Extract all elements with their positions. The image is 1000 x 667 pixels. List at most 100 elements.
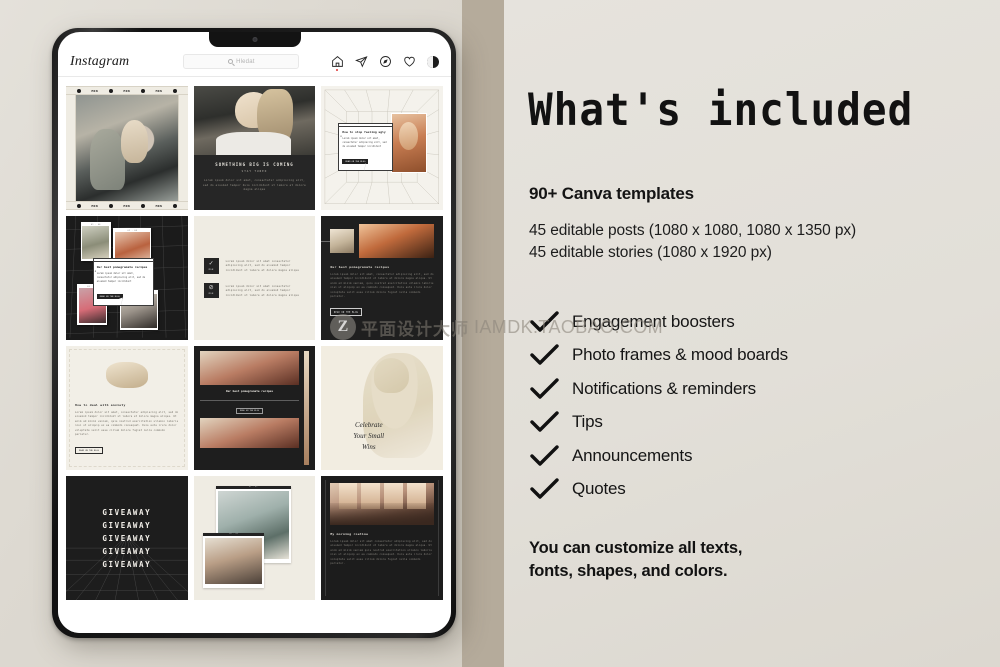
giveaway-line: GIVEAWAY [102, 520, 152, 530]
checklist-label: Quotes [572, 479, 626, 499]
tile-label: MDN [208, 268, 214, 271]
post-title: Our best pomegranate recipes [225, 389, 274, 393]
notification-text: Lorem ipsum dolor sit amet consectetur a… [225, 284, 299, 297]
post-celebrate[interactable]: Celebrate Your Small Wins [321, 346, 443, 470]
check-icon [530, 344, 572, 366]
notification-row: ⊘ MDN Lorem ipsum dolor sit amet consect… [203, 282, 306, 299]
feature-checklist: Engagement boosters Photo frames & mood … [530, 305, 788, 506]
mood-photo: 01 . 04 [80, 222, 111, 261]
checklist-label: Notifications & reminders [572, 378, 756, 398]
post-anxiety[interactable]: How to deal with anxiety Lorem ipsum dol… [66, 346, 188, 470]
template-size-line: 45 editable stories (1080 x 1920 px) [529, 244, 772, 262]
post-photo [390, 113, 428, 173]
checklist-label: Tips [572, 412, 603, 432]
post-photo [199, 418, 300, 449]
search-icon [228, 59, 234, 64]
checklist-item-quotes: Quotes [530, 473, 788, 507]
check-icon [530, 445, 572, 467]
post-cta-button[interactable]: READ ON THE BLOG [75, 447, 104, 454]
post-mood-board[interactable]: 01 . 04 02 . 04 03 . 04 04 . 04 o Our be… [66, 216, 188, 340]
heart-icon[interactable] [403, 55, 416, 68]
post-morning-routine[interactable]: My morning routine Lorem ipsum dolor sit… [321, 476, 443, 600]
post-quote: Celebrate Your Small Wins [332, 420, 405, 453]
post-body: Lorem ipsum dolor sit amet, consectetur … [75, 411, 179, 437]
post-photo [330, 229, 355, 253]
post-cta-button[interactable]: READ ON THE BLOG [330, 308, 362, 316]
post-photo [359, 224, 434, 258]
dark-perspective-grid: 01 . 04 02 . 04 03 . 04 04 . 04 o Our be… [66, 216, 188, 340]
home-icon[interactable] [331, 55, 344, 71]
post-photo [75, 95, 179, 201]
instagram-logo[interactable]: Instagram [70, 54, 129, 70]
post-title: SOMETHING BIG IS COMING [215, 162, 294, 168]
profile-avatar[interactable] [427, 55, 439, 68]
post-title: How to deal with anxiety [75, 403, 126, 407]
post-photo [330, 483, 434, 525]
quote-line: Your Small [353, 431, 385, 440]
perspective-room-graphic: o How to stop feeling ugly Lorem ipsum d… [321, 86, 443, 210]
search-input[interactable]: Hledat [183, 54, 300, 69]
template-size-line: 45 editable posts (1080 x 1080, 1080 x 1… [529, 222, 857, 239]
post-body: Lorem ipsum dolor sit amet, consectetur … [330, 273, 434, 299]
popup-title: How to stop feeling ugly [342, 130, 386, 135]
post-pomegranate-dark[interactable]: Our best pomegranate recipes Lorem ipsum… [321, 216, 443, 340]
giveaway-line: GIVEAWAY [102, 507, 152, 517]
photo-label: 02 . 02 [229, 534, 239, 536]
sprocket-icon [108, 88, 113, 93]
instagram-nav [331, 55, 439, 71]
quote-line: Wins [361, 442, 376, 451]
customize-note-line: fonts, shapes, and colors. [529, 562, 728, 581]
checklist-label: Engagement boosters [572, 311, 735, 331]
giveaway-line: GIVEAWAY [102, 559, 152, 569]
divider [199, 400, 300, 401]
ban-icon: ⊘ [208, 285, 214, 292]
film-label: MDN [123, 203, 131, 208]
post-body: Lorem ipsum dolor sit amet consectetur a… [330, 540, 432, 566]
sprocket-icon [76, 203, 81, 208]
page-title: What's included [528, 84, 914, 136]
post-photos [321, 224, 434, 258]
templates-count: 90+ Canva templates [529, 184, 694, 203]
send-icon[interactable] [355, 55, 368, 68]
checklist-item-notifications: Notifications & reminders [530, 372, 788, 406]
sprocket-icon [140, 203, 145, 208]
check-icon [530, 378, 572, 400]
post-notification-list[interactable]: ✓ MDN Lorem ipsum dolor sit amet consect… [193, 216, 316, 340]
film-strip-top: MDN MDN MDN [66, 86, 188, 95]
post-cta-button[interactable]: READ ON THE BLOG [235, 407, 264, 415]
sprocket-icon [172, 88, 177, 93]
story-column: Our best pomegranate recipes READ ON THE… [199, 351, 300, 465]
check-icon [530, 478, 572, 500]
sprocket-icon [172, 203, 177, 208]
instagram-post-grid: MDN MDN MDN MDN MDN MDN SOMETHING BIG IS… [58, 78, 451, 633]
info-panel: What's included 90+ Canva templates 45 e… [528, 0, 998, 667]
post-title: Our best pomegranate recipes [330, 265, 390, 269]
popup-title: Our best pomegranate recipes [96, 265, 148, 270]
film-label: MDN [155, 203, 163, 208]
film-label: MDN [91, 203, 99, 208]
post-caption: SOMETHING BIG IS COMING STAY TUNED Lorem… [193, 155, 316, 210]
tablet-screen: Instagram Hledat MDN MDN MDN MDN MDN MDN… [58, 32, 451, 633]
post-collage[interactable]: 01 . 02 02 . 02 [193, 476, 316, 600]
notification-tile: ✓ MDN [203, 257, 219, 274]
post-film-strip[interactable]: MDN MDN MDN MDN MDN MDN [66, 86, 188, 210]
popup-titlebar: o [339, 124, 393, 138]
film-label: MDN [123, 88, 131, 93]
post-pomegranate-story[interactable]: Our best pomegranate recipes READ ON THE… [193, 346, 316, 470]
notification-tile: ⊘ MDN [203, 282, 219, 299]
collage-photo: 02 . 02 [203, 533, 265, 588]
post-how-to-stop[interactable]: o How to stop feeling ugly Lorem ipsum d… [321, 86, 443, 210]
template-sizes: 45 editable posts (1080 x 1080, 1080 x 1… [529, 220, 856, 265]
customize-note-line: You can customize all texts, [529, 539, 743, 557]
post-giveaway[interactable]: GIVEAWAY GIVEAWAY GIVEAWAY GIVEAWAY GIVE… [66, 476, 188, 600]
popup-body: Lorem ipsum dolor sit amet, consectetur … [96, 271, 146, 283]
check-icon [530, 411, 572, 433]
giveaway-line: GIVEAWAY [102, 533, 152, 543]
tablet-device-frame: Instagram Hledat MDN MDN MDN MDN MDN MDN… [52, 28, 456, 638]
tile-label: MDN [208, 293, 214, 296]
post-title: My morning routine [330, 532, 369, 536]
checklist-label: Announcements [572, 445, 693, 465]
post-something-big[interactable]: SOMETHING BIG IS COMING STAY TUNED Lorem… [193, 86, 316, 210]
notification-text: Lorem ipsum dolor sit amet consectetur a… [225, 259, 299, 272]
explore-icon[interactable] [379, 55, 392, 68]
